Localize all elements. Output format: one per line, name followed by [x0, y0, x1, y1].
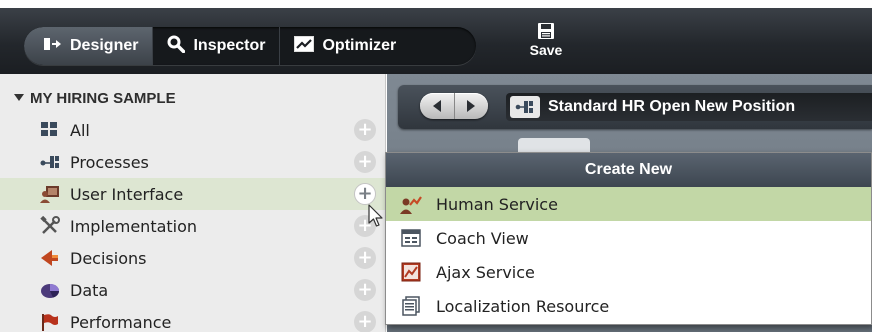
library-item-all[interactable]: All	[0, 114, 386, 146]
popup-item-label: Human Service	[436, 194, 558, 214]
main-toolbar: Designer Inspector Optimizer Save	[0, 0, 872, 74]
arrow-left-icon[interactable]	[420, 93, 454, 119]
add-performance-button[interactable]: +	[354, 311, 376, 332]
create-coach-view[interactable]: Coach View	[386, 221, 871, 255]
history-arrows	[420, 93, 488, 119]
arrow-right-icon[interactable]	[453, 93, 489, 119]
library-title: MY HIRING SAMPLE	[30, 90, 176, 107]
human-service-icon	[400, 193, 422, 215]
add-all-button[interactable]: +	[354, 119, 376, 141]
library-item-processes[interactable]: Processes	[0, 146, 386, 178]
save-button[interactable]: Save	[520, 22, 572, 58]
process-title: Standard HR Open New Position	[548, 98, 796, 115]
mouse-cursor-icon	[368, 204, 384, 232]
ajax-service-icon	[400, 261, 422, 283]
tab-inspector[interactable]: Inspector	[152, 27, 279, 65]
popup-item-label: Ajax Service	[436, 262, 535, 282]
create-new-popup: Create New Human Service Coach View Ajax…	[385, 152, 872, 325]
library-item-label: All	[70, 120, 90, 140]
view-switcher: Designer Inspector Optimizer	[24, 27, 476, 65]
save-disk-icon	[520, 22, 572, 40]
tab-designer-label: Designer	[70, 37, 139, 54]
library-item-user-interface[interactable]: User Interface	[0, 178, 386, 210]
user-interface-icon	[40, 184, 60, 204]
add-user-interface-button[interactable]: +	[354, 183, 376, 205]
decision-arrow-icon	[40, 248, 60, 268]
data-pie-icon	[40, 280, 60, 300]
add-process-button[interactable]: +	[354, 151, 376, 173]
process-icon	[510, 96, 540, 118]
tools-icon	[40, 216, 60, 236]
library-item-label: User Interface	[70, 184, 184, 204]
popup-title: Create New	[386, 153, 871, 187]
library-item-label: Data	[70, 280, 109, 300]
localization-resource-icon	[400, 295, 422, 317]
tab-designer[interactable]: Designer	[24, 27, 153, 65]
collapse-triangle-icon	[14, 94, 24, 101]
library-item-label: Implementation	[70, 216, 198, 236]
library-item-decisions[interactable]: Decisions	[0, 242, 386, 274]
library-panel: MY HIRING SAMPLE All + Processes + User …	[0, 74, 386, 332]
popup-item-label: Localization Resource	[436, 296, 610, 316]
flag-icon	[40, 312, 60, 332]
coach-view-icon	[400, 227, 422, 249]
add-decision-button[interactable]: +	[354, 247, 376, 269]
grid-icon	[40, 120, 60, 140]
library-item-label: Performance	[70, 312, 172, 332]
tab-optimizer-label: Optimizer	[322, 37, 397, 54]
tab-optimizer[interactable]: Optimizer	[279, 27, 410, 65]
save-label: Save	[529, 42, 563, 58]
create-localization-resource[interactable]: Localization Resource	[386, 289, 871, 323]
designer-icon	[44, 37, 62, 56]
breadcrumb[interactable]: Standard HR Open New Position	[506, 93, 872, 121]
create-human-service[interactable]: Human Service	[386, 187, 871, 221]
library-item-performance[interactable]: Performance	[0, 306, 386, 332]
optimizer-chart-icon	[294, 35, 315, 57]
process-icon	[40, 152, 60, 172]
popup-item-label: Coach View	[436, 228, 529, 248]
library-item-label: Decisions	[70, 248, 147, 268]
tab-inspector-label: Inspector	[193, 37, 266, 54]
library-item-data[interactable]: Data	[0, 274, 386, 306]
add-data-button[interactable]: +	[354, 279, 376, 301]
magnifier-icon	[167, 35, 186, 58]
create-ajax-service[interactable]: Ajax Service	[386, 255, 871, 289]
library-item-label: Processes	[70, 152, 149, 172]
library-header[interactable]: MY HIRING SAMPLE	[14, 90, 176, 107]
library-item-implementation[interactable]: Implementation	[0, 210, 386, 242]
